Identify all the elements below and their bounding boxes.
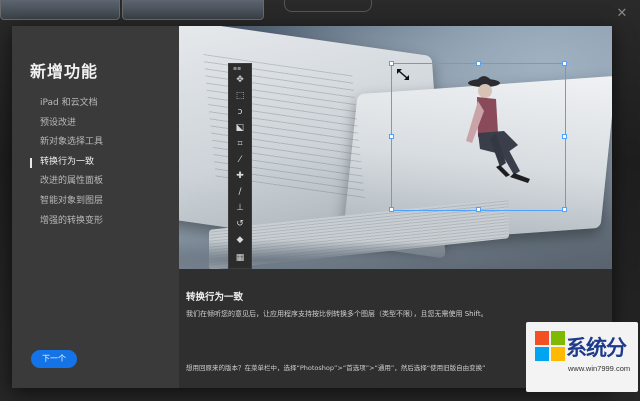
hero-image: ▪▪ ✥ ⬚ ↄ ⬕ ⌗ ⁄ ✚ ∕ ⊥ ↺ ◆ ▦ [179,26,612,269]
nav-item-ipad-cloud[interactable]: iPad 和云文档 [30,94,103,114]
content-hint: 想用回原来的版本？在菜单栏中，选择“Photoshop”>“首选项”>“通用”，… [186,364,486,372]
dialog-title: 新增功能 [30,62,99,81]
content-description: 我们在倾听您的意见后，让应用程序支持按比例转换多个图层（类型不限），且您无需使用… [186,310,488,318]
nav-item-warp[interactable]: 增强的转换变形 [30,212,103,232]
transform-handle[interactable] [562,207,567,212]
nav-item-properties[interactable]: 改进的属性面板 [30,172,103,192]
transform-handle[interactable] [476,61,481,66]
transform-handle[interactable] [476,207,481,212]
history-brush-icon[interactable]: ↺ [234,218,246,230]
background-button [284,0,372,12]
nav-item-smart-object[interactable]: 智能对象到图层 [30,192,103,212]
healing-brush-icon[interactable]: ✚ [234,170,246,182]
background-thumbnail [122,0,264,20]
nav-item-transform[interactable]: 转换行为一致 [30,153,103,173]
transform-handle[interactable] [562,61,567,66]
eraser-icon[interactable]: ◆ [234,234,246,246]
gradient-icon[interactable]: ▦ [234,252,246,264]
stamp-icon[interactable]: ⊥ [234,202,246,214]
sidebar: 新增功能 iPad 和云文档 预设改进 新对象选择工具 转换行为一致 改进的属性… [12,26,179,388]
transform-handle[interactable] [389,134,394,139]
windows-logo-icon [535,331,565,361]
scale-cursor-icon [397,69,409,80]
tools-panel: ▪▪ ✥ ⬚ ↄ ⬕ ⌗ ⁄ ✚ ∕ ⊥ ↺ ◆ ▦ [228,63,252,269]
brush-icon[interactable]: ∕ [234,186,246,198]
crop-icon[interactable]: ⌗ [234,138,246,150]
panel-grip-icon[interactable]: ▪▪ [233,65,241,72]
next-button[interactable]: 下一个 [31,350,77,368]
object-select-icon[interactable]: ⬕ [234,122,246,134]
close-icon[interactable]: ✕ [614,6,630,22]
transform-handle[interactable] [562,134,567,139]
move-icon[interactable]: ✥ [234,74,246,86]
nav-item-presets[interactable]: 预设改进 [30,114,103,134]
transform-handle[interactable] [389,207,394,212]
lasso-icon[interactable]: ↄ [234,106,246,118]
watermark-url: www.win7999.com [568,364,631,373]
transform-selection-box[interactable] [389,61,567,212]
background-thumbnail [0,0,120,20]
watermark-text: 系统分 [566,336,627,360]
watermark: 系统分 www.win7999.com [526,322,638,392]
marquee-icon[interactable]: ⬚ [234,90,246,102]
content-title: 转换行为一致 [186,292,244,303]
whats-new-dialog: 新增功能 iPad 和云文档 预设改进 新对象选择工具 转换行为一致 改进的属性… [12,26,612,388]
eyedropper-icon[interactable]: ⁄ [234,154,246,166]
nav-list: iPad 和云文档 预设改进 新对象选择工具 转换行为一致 改进的属性面板 智能… [30,94,103,231]
transform-handle[interactable] [389,61,394,66]
nav-item-object-select[interactable]: 新对象选择工具 [30,133,103,153]
